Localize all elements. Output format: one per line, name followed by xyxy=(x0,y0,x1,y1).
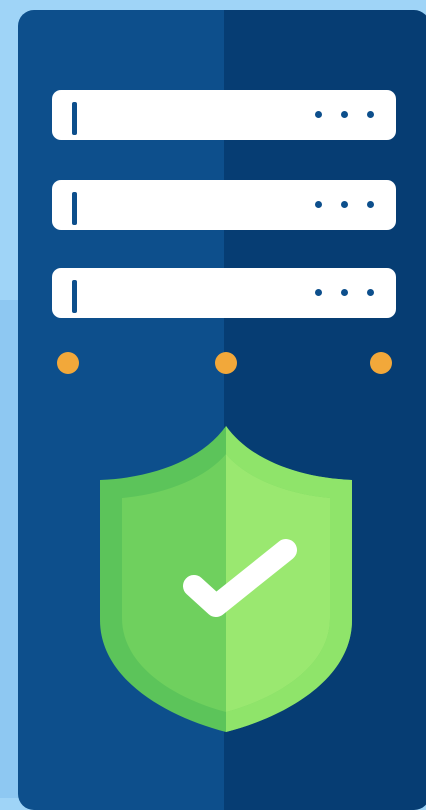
shield-check-icon xyxy=(100,426,352,732)
drive-slot xyxy=(72,192,77,225)
drive-bay-3 xyxy=(52,268,396,318)
drive-slot xyxy=(72,280,77,313)
status-led-right xyxy=(370,352,392,374)
drive-slot xyxy=(72,102,77,135)
drive-bay-2 xyxy=(52,180,396,230)
drive-indicator-dots xyxy=(315,111,374,118)
status-led-left xyxy=(57,352,79,374)
status-led-center xyxy=(215,352,237,374)
drive-indicator-dots xyxy=(315,289,374,296)
drive-bay-1 xyxy=(52,90,396,140)
drive-indicator-dots xyxy=(315,201,374,208)
